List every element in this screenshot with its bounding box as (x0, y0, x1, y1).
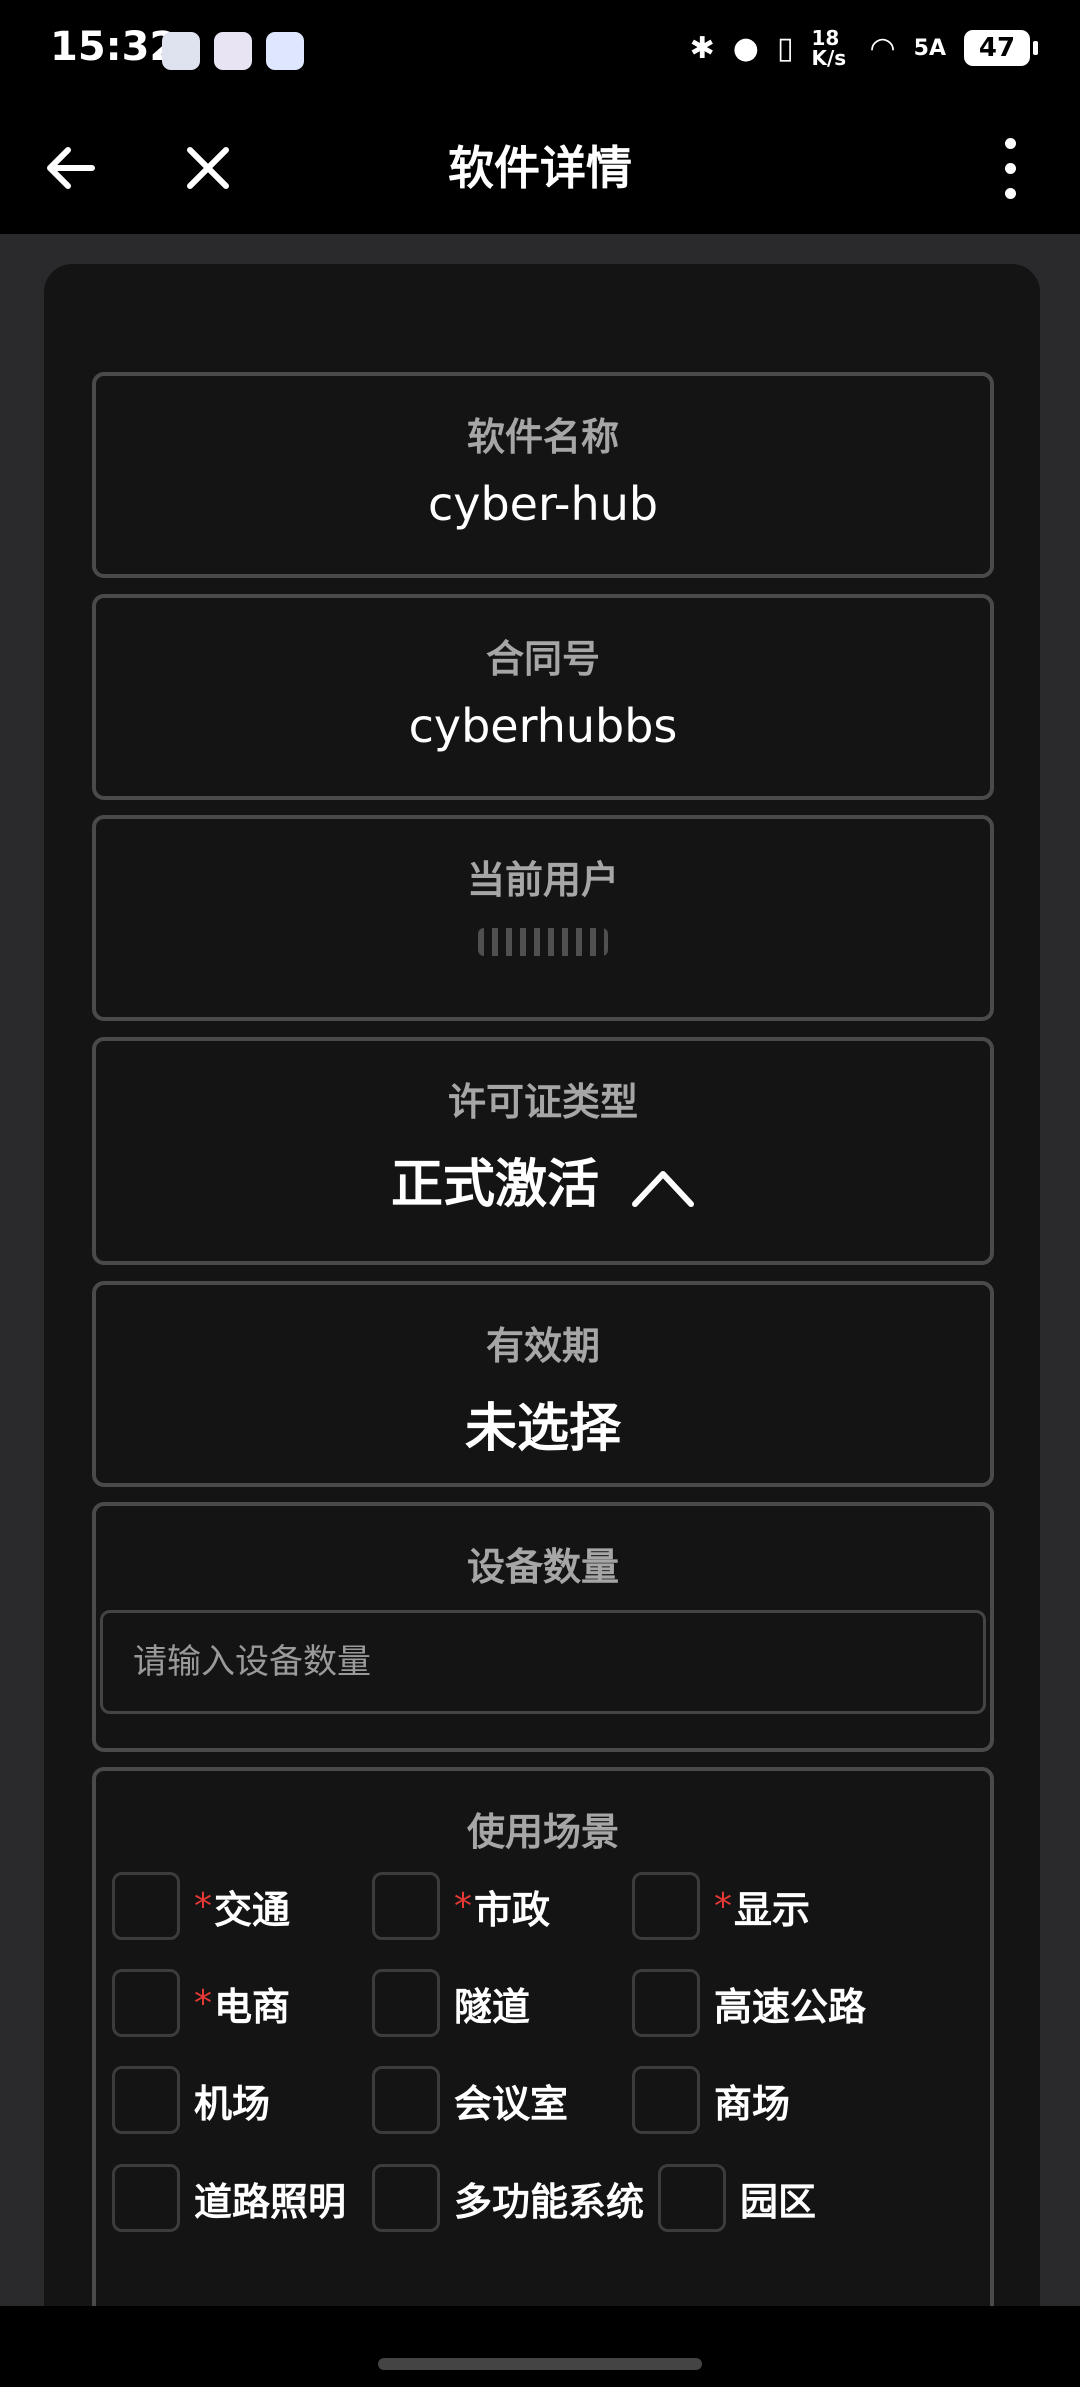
device-count-input-wrap (100, 1610, 986, 1714)
scene-item[interactable]: * 市政 (372, 1871, 550, 1941)
validity-field[interactable]: 有效期 未选择 (92, 1281, 994, 1487)
status-time: 15:32 (50, 24, 178, 70)
scene-label: 显示 (734, 1887, 811, 1932)
license-type-label: 许可证类型 (447, 1080, 638, 1124)
software-name-value: cyber-hub (427, 477, 659, 531)
home-gesture-handle[interactable] (378, 2358, 702, 2370)
scene-label: 市政 (474, 1887, 551, 1932)
scene-item[interactable]: 高速公路 (632, 1968, 866, 2038)
scene-item[interactable]: 商场 (632, 2065, 790, 2135)
tiktok-icon (214, 32, 252, 70)
license-type-selector[interactable]: 正式激活 (96, 1142, 990, 1217)
device-count-field: 设备数量 (92, 1502, 994, 1752)
chevron-up-icon (632, 1171, 695, 1207)
cat-app-icon (162, 32, 200, 70)
required-mark: * (194, 1982, 212, 2024)
vibrate-icon: ▯ (776, 30, 794, 66)
checkbox[interactable] (658, 2164, 726, 2232)
battery-icon: 47 (964, 30, 1038, 66)
scene-item[interactable]: 机场 (112, 2065, 270, 2135)
required-mark: * (194, 1885, 212, 1927)
checkbox[interactable] (632, 1969, 700, 2037)
device-count-label: 设备数量 (466, 1545, 619, 1589)
scene-item[interactable]: 园区 (658, 2163, 816, 2233)
more-menu-button[interactable] (970, 128, 1050, 208)
checkbox[interactable] (632, 2066, 700, 2134)
content-area: 软件名称 cyber-hub 合同号 cyberhubbs 当前用户 许可证类型… (0, 234, 1080, 2387)
chat-bubble-icon (266, 32, 304, 70)
scene-item[interactable]: 隧道 (372, 1968, 530, 2038)
scene-label: 机场 (194, 2081, 271, 2126)
status-bar: 15:32 ✱ ● ▯ 18 K/s ◠ 5A 47 (0, 0, 1080, 100)
required-mark: * (714, 1885, 732, 1927)
contract-no-value: cyberhubbs (408, 699, 678, 753)
license-type-field[interactable]: 许可证类型 正式激活 (92, 1037, 994, 1265)
checkbox[interactable] (112, 1872, 180, 1940)
scene-label: 交通 (214, 1887, 291, 1932)
scene-item[interactable]: * 电商 (112, 1968, 290, 2038)
scene-label: 道路照明 (194, 2179, 347, 2224)
checkbox[interactable] (372, 2066, 440, 2134)
validity-label: 有效期 (485, 1324, 600, 1368)
checkbox[interactable] (372, 1872, 440, 1940)
checkbox[interactable] (372, 2164, 440, 2232)
net-speed: 18 K/s (811, 26, 847, 70)
scene-label: 商场 (714, 2081, 791, 2126)
scene-label: 电商 (214, 1984, 291, 2029)
page-title: 软件详情 (448, 141, 632, 195)
scene-item[interactable]: * 显示 (632, 1871, 810, 1941)
hd-location-icon: ● (732, 30, 759, 66)
status-right: ✱ ● ▯ 18 K/s ◠ 5A 47 (689, 26, 1038, 70)
current-user-label: 当前用户 (466, 858, 619, 902)
software-name-field: 软件名称 cyber-hub (92, 372, 994, 578)
device-count-input[interactable] (133, 1642, 983, 1682)
bluetooth-icon: ✱ (689, 30, 715, 66)
checkbox[interactable] (112, 2066, 180, 2134)
checkbox[interactable] (112, 2164, 180, 2232)
app-bar: 软件详情 (0, 100, 1080, 234)
validity-value[interactable]: 未选择 (96, 1386, 990, 1461)
masked-user-value (478, 928, 608, 956)
scene-item[interactable]: * 交通 (112, 1871, 290, 1941)
wifi-icon: ◠ (869, 30, 896, 66)
checkbox[interactable] (112, 1969, 180, 2037)
required-mark: * (454, 1885, 472, 1927)
checkbox[interactable] (632, 1872, 700, 1940)
current-user-field: 当前用户 (92, 815, 994, 1021)
usage-scene-field: 使用场景 * 交通 * 市政 * 显示 * 电商 隧道 高速公路 机场 会议室 … (92, 1767, 994, 2387)
contract-no-label: 合同号 (485, 637, 600, 681)
scene-label: 隧道 (454, 1984, 531, 2029)
contract-no-field: 合同号 cyberhubbs (92, 594, 994, 800)
system-nav-bar (0, 2306, 1080, 2387)
checkbox[interactable] (372, 1969, 440, 2037)
license-type-value: 正式激活 (390, 1155, 599, 1215)
scene-label: 多功能系统 (454, 2179, 645, 2224)
detail-card: 软件名称 cyber-hub 合同号 cyberhubbs 当前用户 许可证类型… (44, 264, 1040, 2387)
scene-label: 会议室 (454, 2081, 569, 2126)
scene-item[interactable]: 道路照明 (112, 2163, 346, 2233)
scene-item[interactable]: 会议室 (372, 2065, 568, 2135)
scene-label: 高速公路 (714, 1984, 867, 2029)
more-vert-icon (1004, 137, 1016, 199)
scene-label: 园区 (740, 2179, 817, 2224)
usage-scene-label: 使用场景 (466, 1810, 619, 1854)
signal-label: 5A (913, 35, 946, 61)
scene-item[interactable]: 多功能系统 (372, 2163, 644, 2233)
software-name-label: 软件名称 (466, 415, 619, 459)
